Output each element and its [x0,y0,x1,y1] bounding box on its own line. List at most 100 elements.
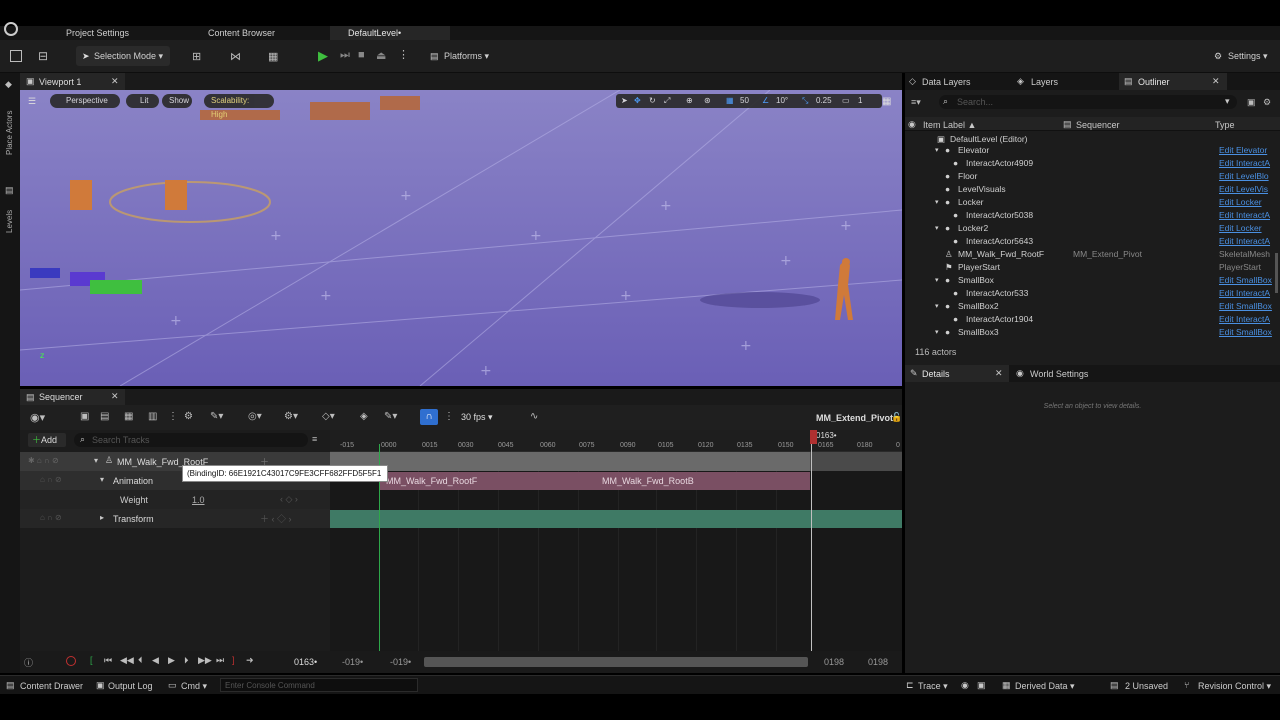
keyframe-icon[interactable]: ◈ [360,411,368,422]
track-row-weight[interactable]: Weight 1.0 ‹ ◇ › [20,490,330,509]
tab-data-layers[interactable]: Data Layers [922,77,971,87]
outliner-row[interactable]: ▾ ● Locker2 Edit Locker [905,222,1275,235]
step-forward-icon[interactable]: ▶▶ [198,655,212,666]
content-drawer-button[interactable]: Content Drawer [20,681,83,691]
working-end-field[interactable]: 0198 [824,657,844,667]
weight-value[interactable]: 1.0 [192,495,205,505]
level-viewport[interactable]: + + + + + + + + + + + z ☰ Perspective Lit Show … [20,90,902,386]
close-icon[interactable]: ✕ [995,368,1003,379]
lock-icon[interactable]: 🔓 [891,412,902,423]
animation-section[interactable]: MM_Walk_Fwd_RootF MM_Walk_Fwd_RootB [380,472,810,490]
info-icon[interactable]: ⓘ [24,656,33,669]
collapse-arrow-icon[interactable]: ▾ [935,196,939,209]
add-actor-icon[interactable]: ⊞ [192,50,201,63]
view-end-field[interactable]: 0198 [868,657,888,667]
play-icon[interactable]: ▶ [318,48,328,64]
outliner-row[interactable]: ▾ ● SmallBox Edit SmallBox [905,274,1275,287]
step-back-icon[interactable]: ◀◀ [120,655,134,666]
rotate-icon[interactable]: ↻ [649,94,656,108]
outliner-row[interactable]: ● InteractActor4909 Edit InteractA [905,157,1275,170]
row-type-link[interactable]: Edit InteractA [1219,209,1273,222]
tab-layers[interactable]: Layers [1031,77,1058,87]
row-type-link[interactable]: Edit InteractA [1219,157,1273,170]
world-icon[interactable]: ⊕ [686,94,693,108]
camera-speed-value[interactable]: 1 [858,94,862,108]
select-icon[interactable]: ➤ [621,94,628,108]
lit-button[interactable]: Lit [126,94,159,108]
save-icon[interactable] [10,50,22,62]
revision-control-dropdown[interactable]: Revision Control ▾ [1198,681,1271,692]
perspective-button[interactable]: Perspective [50,94,120,108]
render-icon[interactable]: ▦ [124,411,133,422]
show-button[interactable]: Show [162,94,192,108]
film-icon[interactable]: ▥ [148,411,157,422]
row-type-link[interactable]: Edit SmallBox [1219,326,1273,339]
outliner-row[interactable]: ● InteractActor5038 Edit InteractA [905,209,1275,222]
record-icon[interactable]: ◉ [961,680,969,691]
row-type-link[interactable]: Edit InteractA [1219,287,1273,300]
scalability-button[interactable]: Scalability: High [204,94,274,119]
place-actors-icon[interactable]: ◆ [5,79,12,90]
levels-icon[interactable]: ▤ [5,185,14,196]
place-actors-tab[interactable]: Place Actors [5,95,14,155]
outliner-row[interactable]: ● InteractActor1904 Edit InteractA [905,313,1275,326]
track-search-input[interactable]: ⌕ Search Tracks [74,433,308,447]
playhead-handle[interactable] [810,430,817,444]
track-row-toggles[interactable]: ⌂ ∩ ⊘ [40,475,62,484]
prev-frame-icon[interactable]: ⏴ [138,655,143,666]
world-icon[interactable]: ◉▾ [30,411,45,424]
viewport-menu-icon[interactable]: ☰ [28,96,36,107]
collapse-arrow-icon[interactable]: ▾ [100,475,104,484]
timeline-scrollbar[interactable] [424,657,808,667]
track-row-toggles[interactable]: ✱ ⌂ ∩ ⊘ [28,456,59,465]
jump-start-icon[interactable]: ⏮ [104,655,112,666]
row-type-link[interactable]: Edit Locker [1219,222,1273,235]
track-row-transform[interactable]: ⌂ ∩ ⊘ ▸ Transform ＋ ‹ ◇ › [20,509,330,528]
outliner-row[interactable]: ▾ ● SmallBox3 Edit SmallBox [905,326,1275,339]
actions-icon[interactable]: ⚙ [184,411,193,422]
camera-speed-icon[interactable]: ▭ [842,94,850,108]
column-item-label[interactable]: Item Label ▲ [923,120,976,130]
tab-details[interactable]: ✎ Details ✕ [905,365,1009,382]
transform-section[interactable] [330,510,902,528]
outliner-row[interactable]: ● LevelVisuals Edit LevelVis [905,183,1275,196]
cinematics-icon[interactable]: ▦ [268,50,278,63]
current-time-field[interactable]: 0163• [294,657,317,667]
pen-icon[interactable]: ✎▾ [384,411,397,422]
more-icon[interactable]: ⋮ [444,411,454,422]
outliner-row[interactable]: ● InteractActor533 Edit InteractA [905,287,1275,300]
scale-icon[interactable]: ⤢ [664,94,670,108]
unsaved-button[interactable]: 2 Unsaved [1125,681,1168,691]
stop-icon[interactable]: ■ [358,49,365,61]
magnet-snap-icon[interactable]: ∩ [420,409,438,425]
unreal-logo-icon[interactable] [4,22,18,36]
loop-icon[interactable]: ➜ [246,655,254,666]
column-sequencer[interactable]: Sequencer [1076,120,1120,130]
selection-mode-dropdown[interactable]: ➤ Selection Mode ▾ [76,46,170,66]
playback-icon[interactable]: ⚙▾ [284,411,298,422]
collapse-arrow-icon[interactable]: ▾ [935,222,939,235]
row-type-link[interactable]: Edit InteractA [1219,313,1273,326]
row-type-link[interactable]: Edit SmallBox [1219,300,1273,313]
play-icon[interactable]: ▶ [168,655,175,666]
collapse-arrow-icon[interactable]: ▾ [94,456,98,465]
translate-icon[interactable]: ✥ [634,94,641,108]
end-bracket-icon[interactable]: ] [232,655,235,665]
levels-tab[interactable]: Levels [5,203,14,233]
view-start-field[interactable]: -019• [342,657,363,667]
collapse-arrow-icon[interactable]: ▾ [935,300,939,313]
trace-dropdown[interactable]: Trace ▾ [918,681,948,692]
cmd-dropdown[interactable]: Cmd ▾ [181,681,207,692]
rotation-snap-icon[interactable]: ∠ [762,94,769,108]
more-icon[interactable]: ⋮ [168,411,178,422]
surface-snap-icon[interactable]: ⊛ [704,94,711,108]
screenshot-icon[interactable]: ▣ [977,680,986,691]
start-bracket-icon[interactable]: [ [90,655,93,665]
gear-icon[interactable]: ⚙ [1263,97,1271,108]
rotation-snap-value[interactable]: 10° [776,94,788,108]
output-log-button[interactable]: Output Log [108,681,153,691]
settings-dropdown[interactable]: ⚙ Settings ▾ [1212,46,1276,66]
tab-outliner[interactable]: ▤ Outliner ✕ [1119,73,1227,90]
save-icon[interactable]: ▣ [80,411,89,422]
row-type-link[interactable]: Edit SmallBox [1219,274,1273,287]
